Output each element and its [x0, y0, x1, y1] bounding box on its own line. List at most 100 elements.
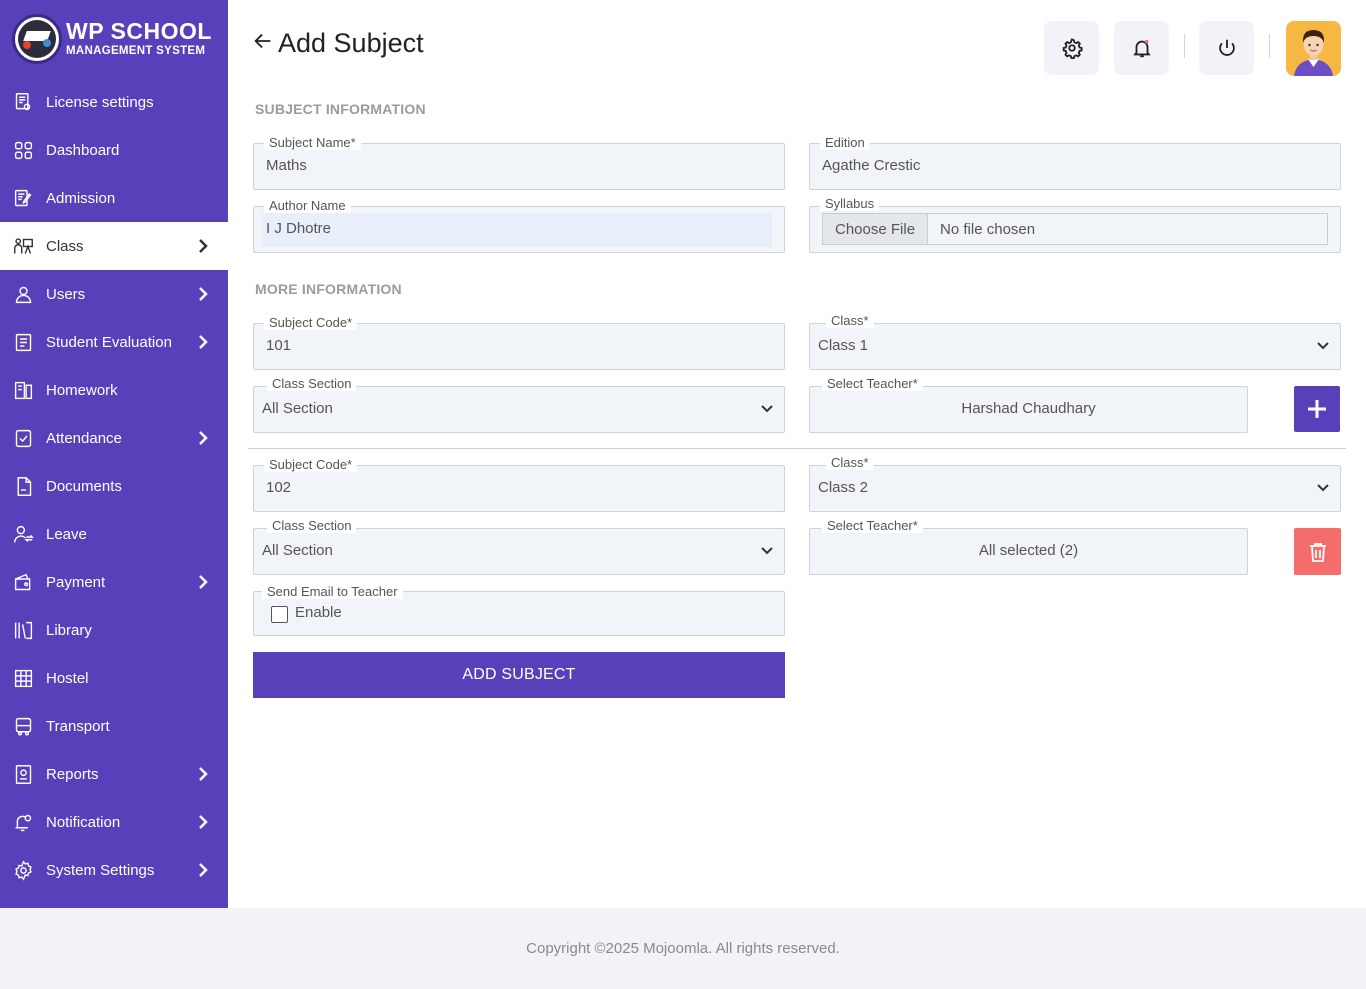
- field-value: Agathe Crestic: [822, 157, 921, 174]
- sidebar-item-reports[interactable]: Reports: [0, 750, 228, 798]
- brand-subtitle: MANAGEMENT SYSTEM: [66, 45, 206, 58]
- sidebar-item-label: Reports: [46, 765, 99, 783]
- subject-code-field[interactable]: Subject Code* 101: [253, 316, 785, 370]
- avatar[interactable]: [1286, 21, 1341, 76]
- sidebar-item-admission[interactable]: Admission: [0, 174, 228, 222]
- field-value: All Section: [262, 400, 333, 417]
- page-header: Add Subject: [252, 28, 424, 59]
- chevron-right-icon: [196, 766, 210, 782]
- copyright-text: Copyright ©2025 Mojoomla. All rights res…: [526, 940, 840, 957]
- class-select[interactable]: Class* Class 1: [809, 314, 1341, 370]
- add-row-button[interactable]: [1294, 386, 1340, 432]
- sidebar-item-label: Homework: [46, 381, 118, 399]
- sidebar-item-label: Dashboard: [46, 141, 120, 159]
- sidebar-item-hostel[interactable]: Hostel: [0, 654, 228, 702]
- edition-field[interactable]: Edition Agathe Crestic: [809, 136, 1341, 190]
- sidebar-item-transport[interactable]: Transport: [0, 702, 228, 750]
- chevron-right-icon: [196, 430, 210, 446]
- field-label: Class*: [826, 314, 874, 328]
- sidebar-item-label: Documents: [46, 477, 122, 495]
- sidebar-item-system-settings[interactable]: System Settings: [0, 846, 228, 894]
- power-icon: [1218, 39, 1235, 56]
- notifications-button[interactable]: [1114, 21, 1169, 75]
- field-label: Class*: [826, 456, 874, 470]
- send-email-field: Send Email to Teacher Enable: [253, 585, 785, 636]
- teacher-select[interactable]: Select Teacher* Harshad Chaudhary: [809, 377, 1248, 433]
- teacher-select[interactable]: Select Teacher* All selected (2): [809, 519, 1248, 575]
- class-section-select[interactable]: Class Section All Section: [253, 519, 785, 575]
- field-label: Author Name: [264, 199, 351, 213]
- sidebar-item-label: Student Evaluation: [46, 333, 172, 351]
- attendance-icon: [12, 427, 34, 449]
- sidebar-item-label: License settings: [46, 93, 154, 111]
- page-title: Add Subject: [278, 28, 424, 58]
- class-icon: [12, 235, 34, 257]
- field-label: Select Teacher*: [822, 377, 923, 391]
- bell-icon: [1132, 39, 1151, 58]
- chevron-right-icon: [196, 286, 210, 302]
- field-value: All selected (2): [978, 542, 1079, 559]
- sidebar-item-attendance[interactable]: Attendance: [0, 414, 228, 462]
- field-label: Syllabus: [820, 197, 880, 211]
- trash-icon: [1309, 542, 1326, 562]
- syllabus-field: Syllabus Choose File No file chosen: [809, 197, 1341, 253]
- add-subject-button[interactable]: ADD SUBJECT: [253, 652, 785, 698]
- delete-row-button[interactable]: [1294, 528, 1341, 575]
- logout-button[interactable]: [1199, 21, 1254, 75]
- header-divider: [1184, 34, 1185, 58]
- plus-icon: [1308, 400, 1326, 418]
- leave-icon: [12, 523, 34, 545]
- field-value: 101: [266, 337, 292, 354]
- chevron-down-icon: [1316, 338, 1330, 357]
- license-icon: [12, 91, 34, 113]
- field-label: Select Teacher*: [822, 519, 923, 533]
- dashboard-grid-icon: [12, 139, 34, 161]
- field-value: Maths: [266, 157, 307, 174]
- sidebar-item-homework[interactable]: Homework: [0, 366, 228, 414]
- subject-name-field[interactable]: Subject Name* Maths: [253, 136, 785, 190]
- settings-button[interactable]: [1044, 21, 1099, 75]
- sidebar-item-users[interactable]: Users: [0, 270, 228, 318]
- class-select[interactable]: Class* Class 2: [809, 456, 1341, 512]
- subject-code-field[interactable]: Subject Code* 102: [253, 458, 785, 512]
- sidebar-item-label: Admission: [46, 189, 116, 207]
- sidebar-item-notification[interactable]: Notification: [0, 798, 228, 846]
- sidebar-item-library[interactable]: Library: [0, 606, 228, 654]
- admission-icon: [12, 187, 34, 209]
- sidebar-item-documents[interactable]: Documents: [0, 462, 228, 510]
- school-logo: [12, 14, 62, 64]
- sidebar-item-label: Library: [46, 621, 92, 639]
- sidebar-item-dashboard[interactable]: Dashboard: [0, 126, 228, 174]
- footer: Copyright ©2025 Mojoomla. All rights res…: [0, 908, 1366, 989]
- field-label: Edition: [820, 136, 870, 150]
- field-value: I J Dhotre: [266, 220, 332, 237]
- sidebar-item-student-evaluation[interactable]: Student Evaluation: [0, 318, 228, 366]
- field-label: Class Section: [267, 519, 357, 533]
- checkbox-label: Enable: [295, 604, 342, 621]
- sidebar-item-leave[interactable]: Leave: [0, 510, 228, 558]
- enable-email-checkbox[interactable]: [271, 606, 288, 623]
- sidebar-item-label: Attendance: [46, 429, 122, 447]
- brand[interactable]: WP SCHOOL MANAGEMENT SYSTEM: [0, 0, 228, 78]
- back-arrow-icon[interactable]: [252, 30, 274, 57]
- section-title-subject-info: SUBJECT INFORMATION: [255, 101, 426, 117]
- sidebar-item-payment[interactable]: Payment: [0, 558, 228, 606]
- brand-title: WP SCHOOL: [66, 18, 212, 45]
- choose-file-button[interactable]: Choose File: [823, 214, 929, 244]
- sidebar-item-label: Leave: [46, 525, 87, 543]
- sidebar-item-label: Hostel: [46, 669, 89, 687]
- sidebar-item-label: Users: [46, 285, 86, 303]
- user-icon: [12, 283, 34, 305]
- homework-icon: [12, 379, 34, 401]
- file-input[interactable]: Choose File No file chosen: [822, 213, 1328, 245]
- chevron-down-icon: [760, 401, 774, 420]
- sidebar-item-class[interactable]: Class: [0, 222, 228, 270]
- sidebar-item-license-settings[interactable]: License settings: [0, 78, 228, 126]
- chevron-right-icon: [196, 862, 210, 878]
- settings-icon: [12, 859, 34, 881]
- row-divider: [248, 448, 1346, 449]
- chevron-down-icon: [760, 543, 774, 562]
- field-label: Subject Name*: [264, 136, 361, 150]
- author-name-field[interactable]: Author Name I J Dhotre: [253, 199, 785, 253]
- class-section-select[interactable]: Class Section All Section: [253, 377, 785, 433]
